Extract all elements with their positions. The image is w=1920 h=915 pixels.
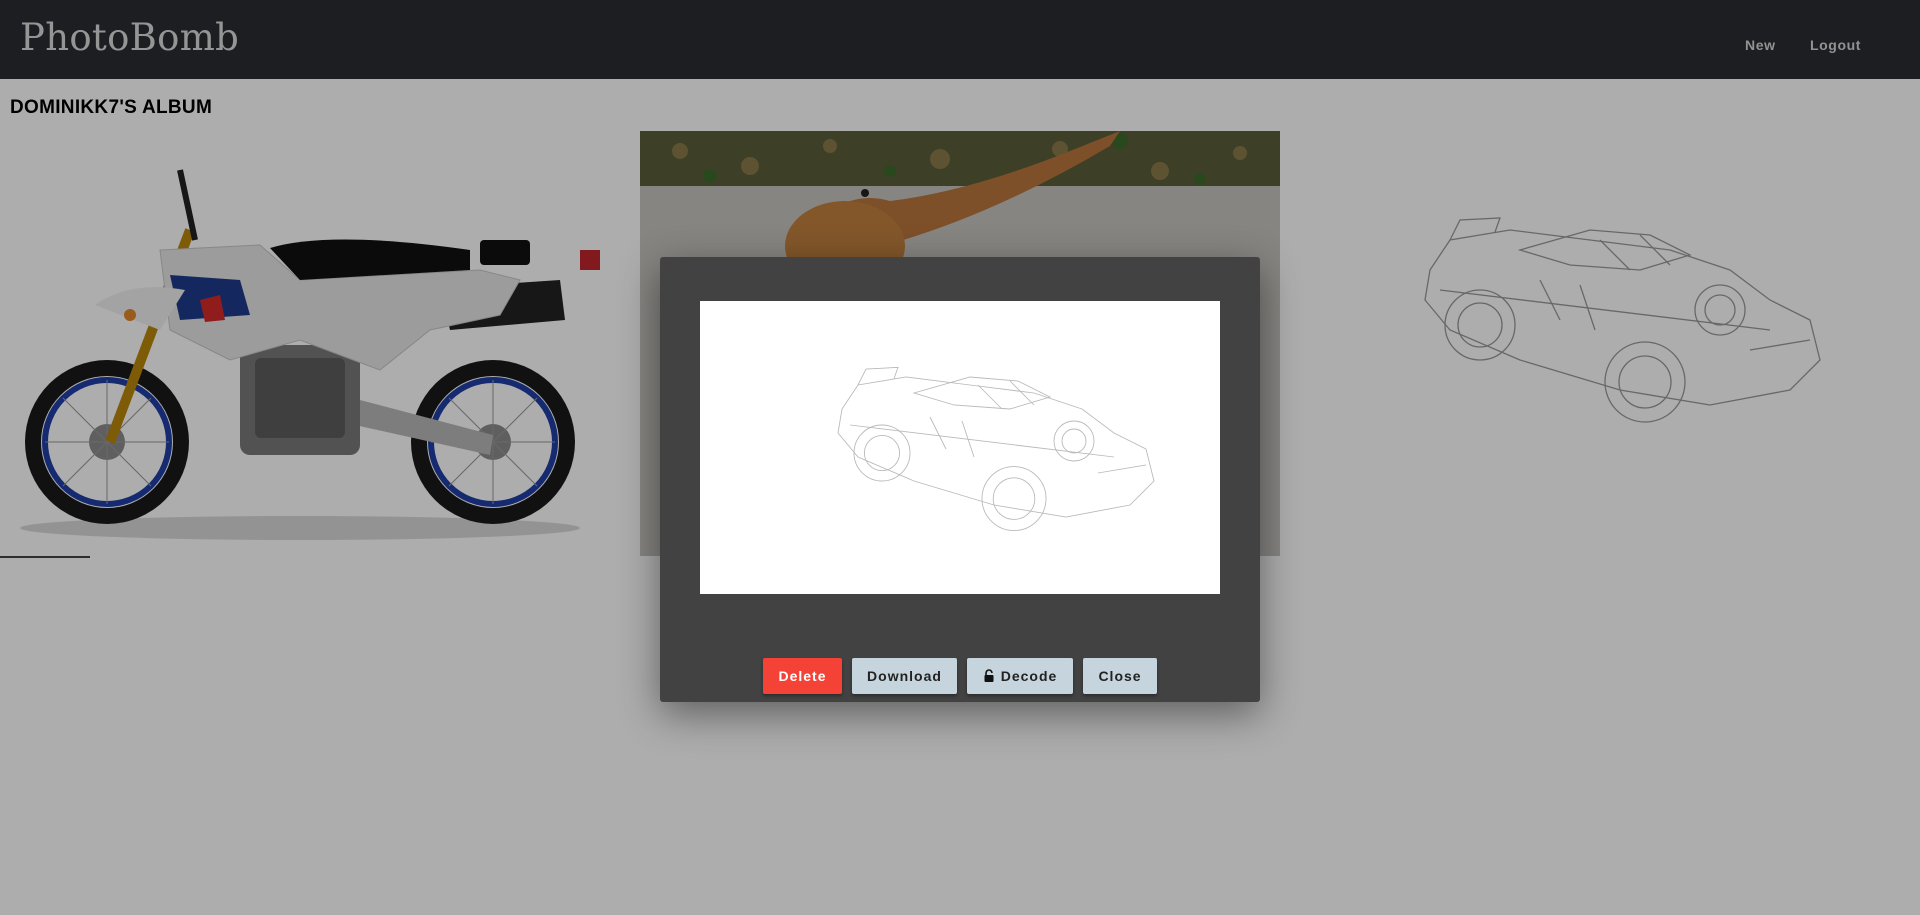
delete-button-label: Delete [778,668,827,684]
delete-button[interactable]: Delete [763,658,842,694]
lock-icon [984,669,994,682]
close-button-label: Close [1098,668,1142,684]
car-sketch-preview-image [837,366,1155,532]
modal-image-preview [700,301,1220,594]
decode-button-label: Decode [1000,668,1058,684]
photo-modal: Delete Download Decode Close [660,257,1260,702]
decode-button[interactable]: Decode [967,658,1073,694]
close-button[interactable]: Close [1083,658,1157,694]
modal-actions: Delete Download Decode Close [660,658,1260,694]
download-button[interactable]: Download [852,658,957,694]
download-button-label: Download [867,668,942,684]
